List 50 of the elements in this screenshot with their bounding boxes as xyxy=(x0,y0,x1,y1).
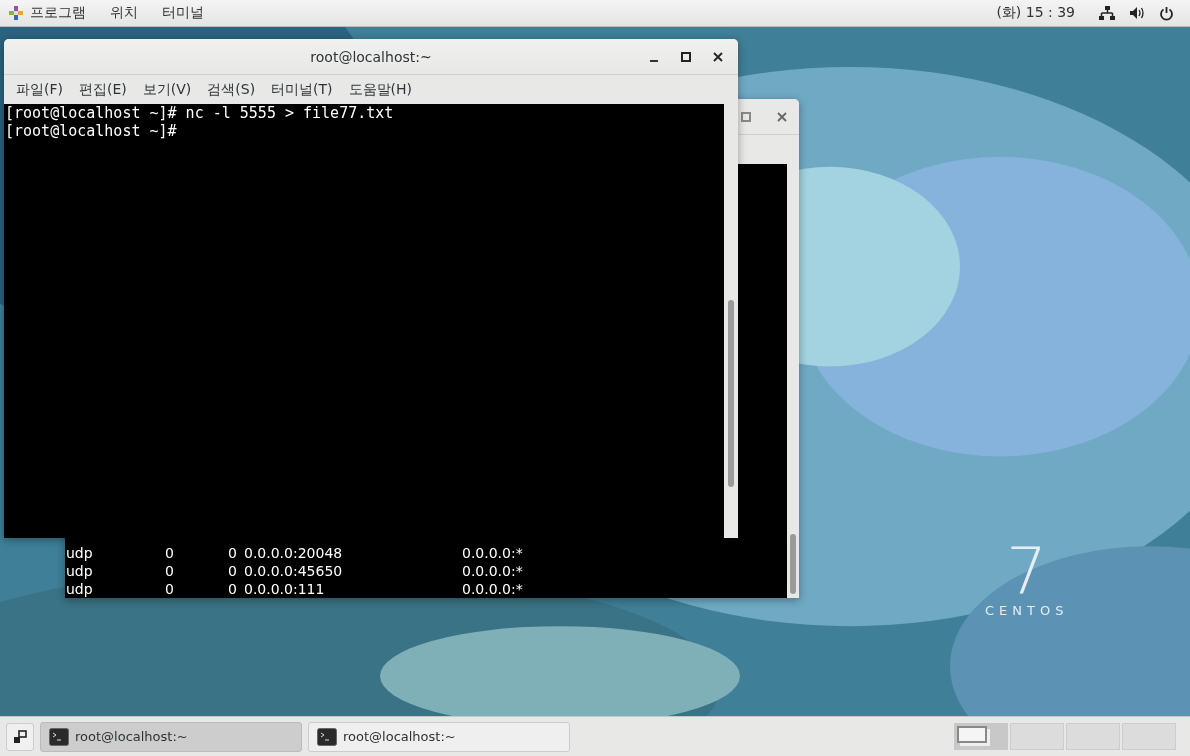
maximize-button[interactable] xyxy=(678,49,694,65)
taskbar-button[interactable]: root@localhost:~ xyxy=(308,721,570,752)
menu-item[interactable]: 검색(S) xyxy=(199,80,264,99)
address-cell-text: 0.0.0.0:45650 xyxy=(244,562,344,580)
queue-cell-text: 0 xyxy=(228,580,238,598)
address-cell-text: 0.0.0.0:* xyxy=(462,562,524,580)
queue-cell-text: 0 xyxy=(228,544,238,562)
logo-text: CENTOS xyxy=(985,603,1069,618)
close-icon xyxy=(713,52,723,62)
show-desktop-button[interactable] xyxy=(6,722,34,751)
protocol-cell-text: udp xyxy=(66,544,94,562)
window-thumbnail xyxy=(957,726,987,743)
address-cell-text: 0.0.0.0:* xyxy=(462,544,524,562)
logo-number: 7 xyxy=(1006,539,1048,603)
pinwheel-icon xyxy=(9,6,23,20)
terminal-line: [root@localhost ~]# nc -l 5555 > file77.txt xyxy=(5,104,395,122)
menu-item[interactable]: 도움말(H) xyxy=(340,80,421,99)
menu-item[interactable]: 보기(V) xyxy=(134,80,200,99)
queue-cell-text: 0 xyxy=(228,562,238,580)
menu-item[interactable]: 터미널(T) xyxy=(263,80,341,99)
queue-cell-text: 0 xyxy=(165,562,175,580)
top-menu[interactable]: 위치 xyxy=(110,4,138,22)
queue-cell-text: 0 xyxy=(165,544,175,562)
volume-icon[interactable] xyxy=(1129,6,1145,20)
terminal-icon xyxy=(49,727,69,746)
top-menu[interactable]: 터미널 xyxy=(162,4,204,22)
windows-icon xyxy=(13,729,27,744)
power-icon[interactable] xyxy=(1159,5,1174,21)
address-cell-text: 0.0.0.0:20048 xyxy=(244,544,344,562)
scrollbar-thumb[interactable] xyxy=(790,534,796,594)
address-cell-text: 0.0.0.0:111 xyxy=(244,580,326,598)
clock[interactable]: (화) 15 : 39 xyxy=(996,4,1075,22)
scrollbar-thumb[interactable] xyxy=(728,300,734,487)
window-title: root@localhost:~ xyxy=(310,48,432,65)
workspace-button[interactable] xyxy=(954,723,1008,750)
task-label: root@localhost:~ xyxy=(75,729,188,744)
top-menu[interactable]: 프로그램 xyxy=(30,4,86,22)
menu-item[interactable]: 편집(E) xyxy=(71,80,135,99)
minimize-icon xyxy=(650,59,658,62)
menu-item[interactable]: 파일(F) xyxy=(8,80,71,99)
protocol-cell-text: udp xyxy=(66,562,94,580)
address-cell-text: 0.0.0.0:* xyxy=(462,580,524,598)
close-icon xyxy=(777,111,787,122)
queue-cell-text: 0 xyxy=(165,580,175,598)
terminal-icon xyxy=(317,727,337,746)
terminal-line: [root@localhost ~]# xyxy=(5,122,178,140)
network-icon[interactable] xyxy=(1099,5,1115,21)
taskbar-button[interactable]: root@localhost:~ xyxy=(40,721,302,752)
task-label: root@localhost:~ xyxy=(343,729,456,744)
protocol-cell-text: udp xyxy=(66,580,94,598)
